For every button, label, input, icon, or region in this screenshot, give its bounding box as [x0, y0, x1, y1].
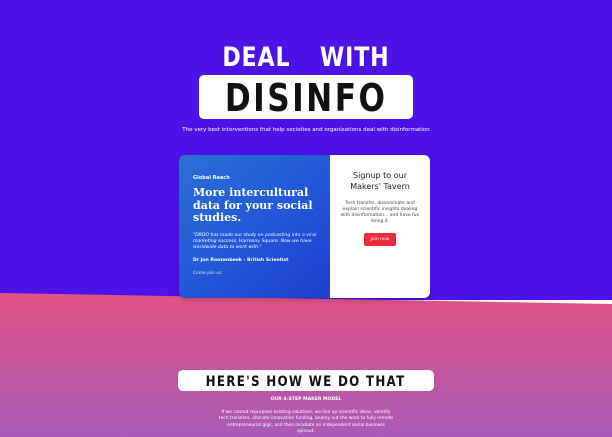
logo-word-deal: DEAL: [222, 42, 291, 73]
logo-word-disinfo: DISINFO: [224, 76, 388, 120]
signup-text: Tech transfer, disseminate and explain s…: [340, 201, 420, 224]
how-text: If we cannot repurpose existing solution…: [218, 410, 394, 435]
feature-card: Global Reach More intercultural data for…: [179, 155, 430, 298]
hero-section: DEAL WITH DISINFO The very best intervent…: [0, 43, 612, 134]
logo-word-with: WITH: [319, 42, 390, 73]
come-join-link[interactable]: Come join us: [193, 271, 318, 276]
hero-tagline: The very best interventions that help so…: [182, 127, 430, 133]
card-quote: "DRDO has made our study on podcasting i…: [193, 232, 317, 250]
signup-panel: Signup to our Makers' Tavern Tech transf…: [330, 155, 430, 298]
testimonial-panel: Global Reach More intercultural data for…: [179, 155, 330, 298]
join-now-button[interactable]: Join now: [363, 233, 397, 246]
card-author: Dr Jon Roozenbeek - British Scientist: [193, 258, 289, 264]
signup-title: Signup to our Makers' Tavern: [350, 171, 410, 191]
how-subtitle: OUR 4-STEP MAKER MODEL: [270, 397, 342, 402]
card-kicker: Global Reach: [193, 175, 230, 181]
how-section: HERE'S HOW WE DO THAT OUR 4-STEP MAKER M…: [0, 370, 612, 436]
card-title: More intercultural data for your social …: [193, 186, 313, 224]
how-title-box: HERE'S HOW WE DO THAT: [178, 370, 434, 391]
logo-line-1: DEAL WITH: [208, 43, 405, 73]
logo-box: DISINFO: [198, 75, 414, 120]
how-title: HERE'S HOW WE DO THAT: [206, 374, 406, 390]
